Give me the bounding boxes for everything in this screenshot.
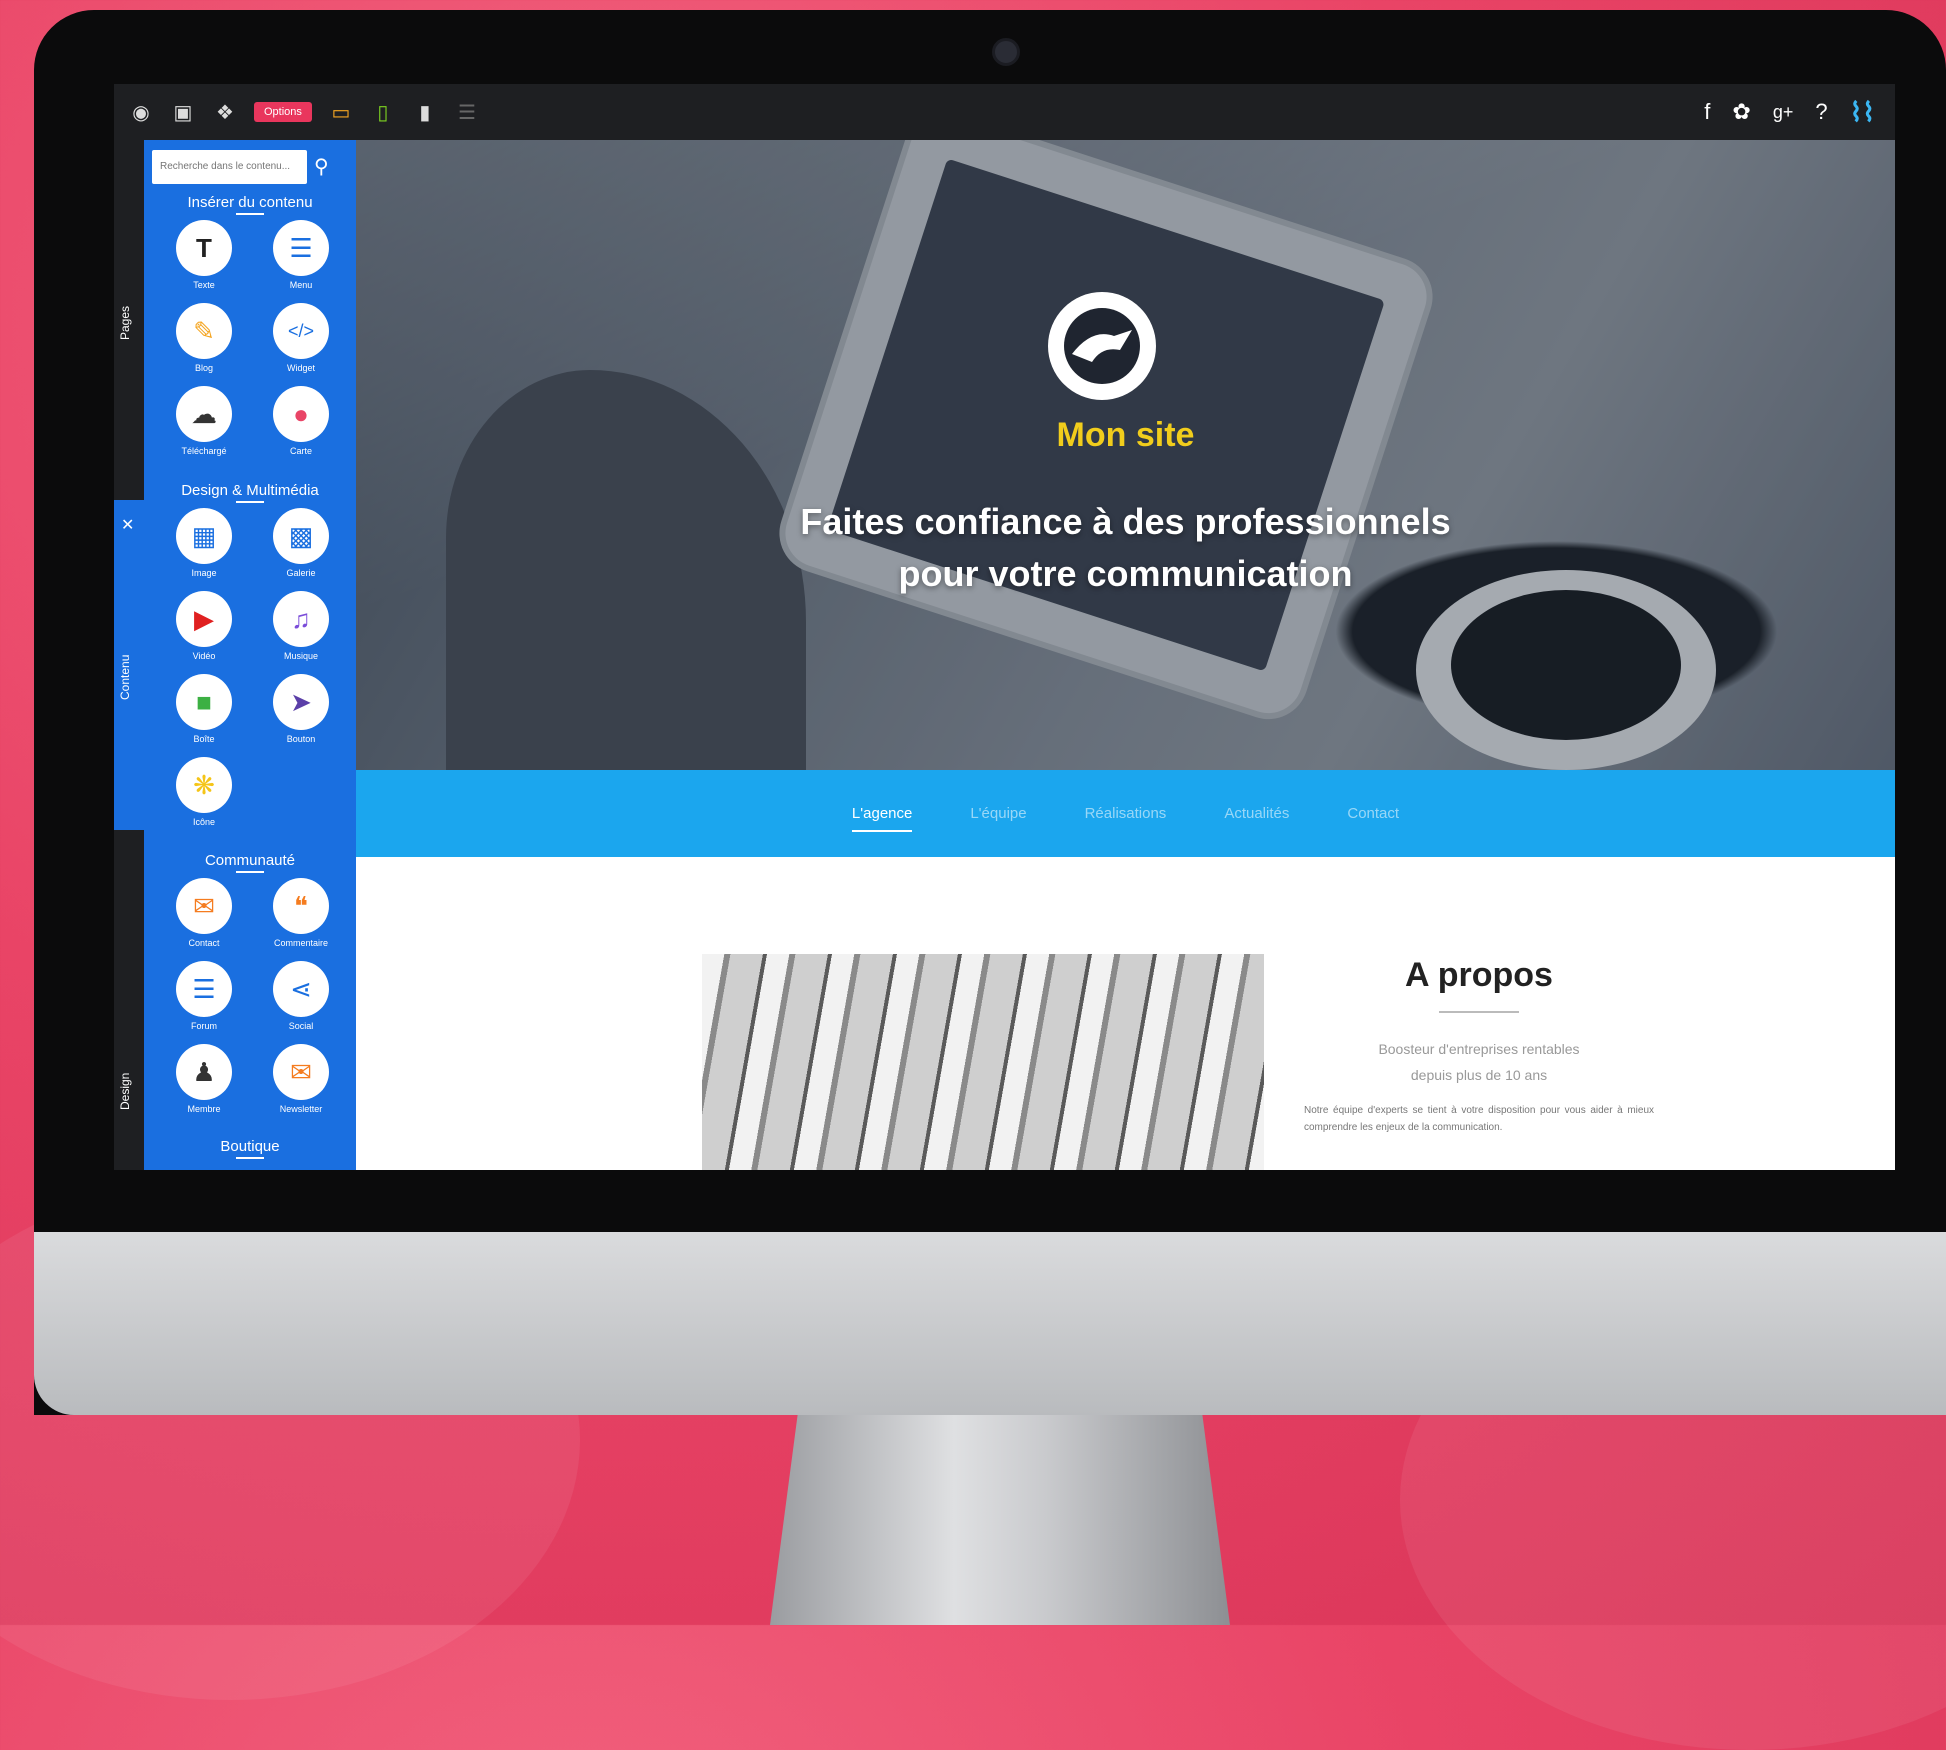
pencil-icon: ✎ <box>176 303 232 359</box>
widget-galerie[interactable]: ▩ Galerie <box>256 508 346 578</box>
widget-social[interactable]: ⋖ Social <box>256 961 346 1031</box>
imac-monitor: ◉ ▣ ❖ Options ▭ ▯ ▮ ☰ f ✿ g+ ? ⌇⌇ Pages … <box>34 10 1946 1415</box>
lightbulb-icon: ❋ <box>176 757 232 813</box>
site-title: Mon site <box>1056 416 1195 454</box>
google-plus-icon[interactable]: g+ <box>1773 102 1794 123</box>
preview-eye-icon[interactable]: ◉ <box>128 100 154 125</box>
help-icon[interactable]: ? <box>1815 99 1827 125</box>
widget-icone[interactable]: ❋ Icône <box>159 757 249 827</box>
tablet-view-icon[interactable]: ▯ <box>370 100 396 125</box>
site-nav: L'agence L'équipe Réalisations Actualité… <box>356 770 1895 857</box>
hero-subtitle: Faites confiance à des professionnels po… <box>800 501 1451 594</box>
desktop-view-icon[interactable]: ▭ <box>328 100 354 125</box>
widget-boite[interactable]: ■ Boîte <box>159 674 249 744</box>
gallery-icon: ▩ <box>273 508 329 564</box>
widget-newsletter[interactable]: ✉ Newsletter <box>256 1044 346 1114</box>
widget-blog[interactable]: ✎ Blog <box>159 303 249 373</box>
widget-video[interactable]: ▶ Vidéo <box>159 591 249 661</box>
editor-screen: ◉ ▣ ❖ Options ▭ ▯ ▮ ☰ f ✿ g+ ? ⌇⌇ Pages … <box>114 84 1895 1170</box>
section-inserer: Insérer du contenu <box>144 194 356 215</box>
about-title: A propos <box>1405 956 1553 994</box>
content-sidebar: ⚲ Insérer du contenu TTexte ☰Menu ✎Blog … <box>144 140 356 1170</box>
download-icon: ☁ <box>176 386 232 442</box>
menu-icon[interactable]: ☰ <box>454 100 480 125</box>
section-boutique: Boutique <box>144 1138 356 1159</box>
webcam <box>992 38 1020 66</box>
save-icon[interactable]: ▣ <box>170 100 196 125</box>
widget-contact[interactable]: ✉ Contact <box>159 878 249 948</box>
tab-pages[interactable]: Pages <box>118 306 132 340</box>
about-photo <box>702 954 1264 1170</box>
code-icon: </> <box>273 303 329 359</box>
nav-item-equipe[interactable]: L'équipe <box>970 805 1026 822</box>
close-panel-icon[interactable]: ✕ <box>121 515 134 535</box>
publish-icon[interactable]: ❖ <box>212 100 238 125</box>
widget-musique[interactable]: ♫ Musique <box>256 591 346 661</box>
about-tagline: Boosteur d'entreprises rentables depuis … <box>1378 1041 1580 1083</box>
widget-forum[interactable]: ☰ Forum <box>159 961 249 1031</box>
tab-contenu[interactable]: Contenu <box>118 655 132 700</box>
chat-icon: ☰ <box>176 961 232 1017</box>
tab-contenu-active[interactable]: Contenu <box>114 500 144 830</box>
cursor-icon: ➤ <box>273 674 329 730</box>
monitor-chin <box>34 1232 1946 1415</box>
widget-telecharge[interactable]: ☁ Téléchargé <box>159 386 249 456</box>
box-icon: ■ <box>176 674 232 730</box>
nav-item-realisations[interactable]: Réalisations <box>1085 805 1167 822</box>
widget-texte[interactable]: T Texte <box>159 220 249 290</box>
side-tab-rail: Pages Contenu ✕ Design <box>114 140 144 1170</box>
options-button[interactable]: Options <box>254 102 312 122</box>
widget-bouton[interactable]: ➤ Bouton <box>256 674 346 744</box>
newsletter-icon: ✉ <box>273 1044 329 1100</box>
site-logo-icon[interactable] <box>1048 292 1156 400</box>
editor-toolbar: ◉ ▣ ❖ Options ▭ ▯ ▮ ☰ f ✿ g+ ? ⌇⌇ <box>114 84 1895 140</box>
image-icon: ▦ <box>176 508 232 564</box>
map-pin-icon: ● <box>273 386 329 442</box>
section-design: Design & Multimédia <box>144 482 356 503</box>
widget-carte[interactable]: ● Carte <box>256 386 346 456</box>
widget-menu[interactable]: ☰ Menu <box>256 220 346 290</box>
nav-item-agence[interactable]: L'agence <box>851 805 913 832</box>
widget-commentaire[interactable]: ❝ Commentaire <box>256 878 346 948</box>
text-icon: T <box>176 220 232 276</box>
twitter-icon[interactable]: ✿ <box>1732 99 1750 125</box>
tab-design[interactable]: Design <box>118 1073 132 1110</box>
music-icon: ♫ <box>273 591 329 647</box>
about-divider <box>1439 1011 1519 1013</box>
widget-widget[interactable]: </> Widget <box>256 303 346 373</box>
hero-banner: Mon site Faites confiance à des professi… <box>356 140 1895 770</box>
brand-logo-icon[interactable]: ⌇⌇ <box>1850 97 1875 128</box>
members-icon: ♟ <box>176 1044 232 1100</box>
mobile-view-icon[interactable]: ▮ <box>412 100 438 125</box>
monitor-stand <box>770 1415 1230 1625</box>
play-icon: ▶ <box>176 591 232 647</box>
facebook-icon[interactable]: f <box>1704 99 1710 125</box>
widget-image[interactable]: ▦ Image <box>159 508 249 578</box>
nav-item-actualites[interactable]: Actualités <box>1224 805 1289 822</box>
list-icon: ☰ <box>273 220 329 276</box>
envelope-icon: ✉ <box>176 878 232 934</box>
nav-item-contact[interactable]: Contact <box>1347 805 1399 822</box>
share-icon: ⋖ <box>273 961 329 1017</box>
comment-icon: ❝ <box>273 878 329 934</box>
about-body: Notre équipe d'experts se tient à votre … <box>1304 1105 1654 1133</box>
widget-membre[interactable]: ♟ Membre <box>159 1044 249 1114</box>
section-communaute: Communauté <box>144 852 356 873</box>
search-input[interactable] <box>152 150 307 184</box>
search-icon[interactable]: ⚲ <box>314 154 329 179</box>
